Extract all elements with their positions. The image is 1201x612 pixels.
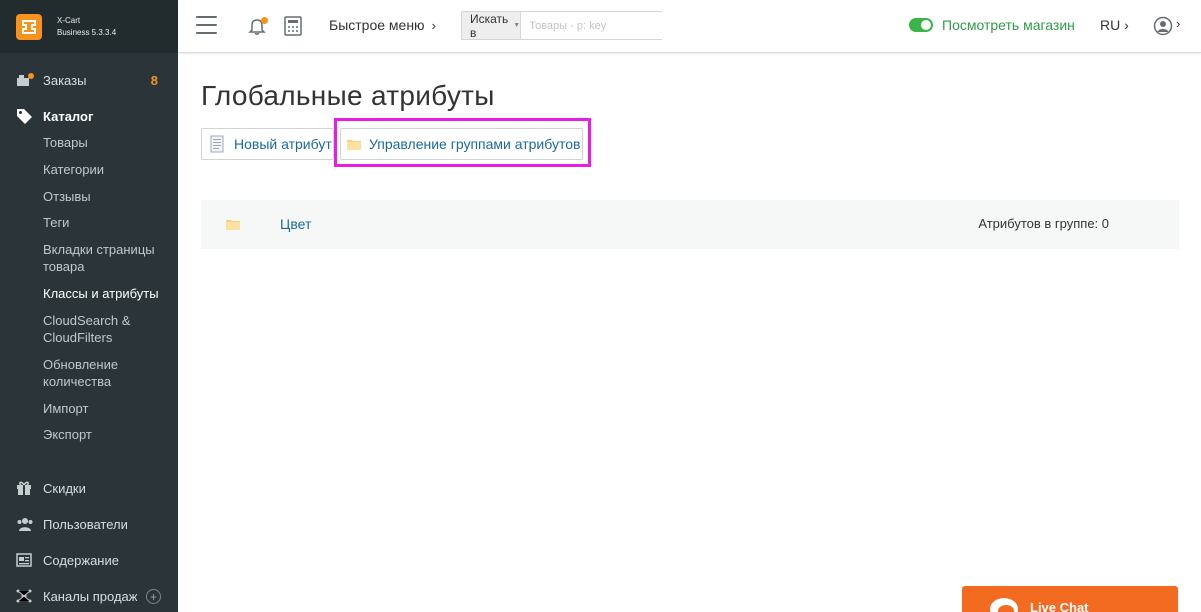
sidebar-subitem-tags[interactable]: Теги bbox=[43, 214, 168, 231]
content-icon bbox=[16, 552, 36, 568]
sidebar-subitem-import[interactable]: Импорт bbox=[43, 400, 168, 417]
search-scope-select[interactable]: Искать в ▼ bbox=[462, 11, 522, 40]
sidebar-subitem-export[interactable]: Экспорт bbox=[43, 426, 168, 443]
sidebar: X-Cart Business 5.3.3.4 Заказы 8 Каталог… bbox=[0, 0, 178, 612]
chat-bubble-icon bbox=[990, 598, 1018, 612]
language-label: RU bbox=[1100, 17, 1121, 33]
users-icon bbox=[16, 516, 36, 532]
sidebar-subitem-reviews[interactable]: Отзывы bbox=[43, 188, 168, 205]
sidebar-subitem-cloudsearch[interactable]: CloudSearch & CloudFilters bbox=[43, 312, 168, 346]
sidebar-subitem-update-quantity[interactable]: Обновление количества bbox=[43, 356, 168, 390]
document-icon bbox=[210, 135, 224, 153]
hamburger-menu-icon[interactable] bbox=[196, 16, 217, 34]
manage-attribute-groups-label: Управление группами атрибутов bbox=[369, 136, 581, 152]
notification-dot bbox=[261, 17, 268, 24]
sidebar-subitem-products[interactable]: Товары bbox=[43, 134, 168, 151]
sidebar-subitem-categories[interactable]: Категории bbox=[43, 161, 168, 178]
sidebar-item-label: Содержание bbox=[43, 552, 119, 568]
sidebar-item-catalog[interactable]: Каталог bbox=[0, 103, 178, 129]
sidebar-item-label: Скидки bbox=[43, 480, 86, 496]
new-attribute-button[interactable]: Новый атрибут bbox=[201, 128, 334, 160]
view-store-link[interactable]: Посмотреть магазин bbox=[909, 17, 1075, 33]
language-selector[interactable]: RU › bbox=[1100, 17, 1129, 33]
chevron-right-icon: › bbox=[1124, 17, 1129, 33]
sidebar-item-label: Заказы bbox=[43, 72, 87, 88]
brand-edition: Business 5.3.3.4 bbox=[57, 27, 117, 37]
brand-text: X-Cart Business 5.3.3.4 bbox=[57, 15, 116, 39]
sidebar-item-users[interactable]: Пользователи bbox=[0, 511, 178, 537]
network-icon bbox=[16, 588, 36, 604]
quick-menu-button[interactable]: Быстрое меню › bbox=[329, 17, 436, 33]
sidebar-subitem-classes-attributes[interactable]: Классы и атрибуты bbox=[43, 285, 168, 302]
sidebar-item-label: Пользователи bbox=[43, 516, 128, 532]
quick-menu-label: Быстрое меню bbox=[329, 17, 425, 33]
view-store-label: Посмотреть магазин bbox=[942, 17, 1075, 33]
sidebar-item-label: Каталог bbox=[43, 108, 94, 124]
sidebar-item-discounts[interactable]: Скидки bbox=[0, 475, 178, 501]
new-attribute-label: Новый атрибут bbox=[234, 136, 332, 152]
user-avatar-icon[interactable] bbox=[1153, 16, 1173, 36]
chevron-right-icon[interactable]: › bbox=[1176, 16, 1180, 31]
caret-down-icon: ▼ bbox=[513, 22, 521, 29]
brand[interactable]: X-Cart Business 5.3.3.4 bbox=[0, 0, 178, 53]
calculator-icon[interactable] bbox=[284, 16, 302, 36]
sidebar-item-content[interactable]: Содержание bbox=[0, 547, 178, 573]
sidebar-item-label: Каналы продаж bbox=[43, 588, 138, 604]
attribute-group-count: Атрибутов в группе: 0 bbox=[978, 216, 1109, 231]
sidebar-item-orders[interactable]: Заказы 8 bbox=[0, 67, 178, 93]
add-sales-channel-button[interactable]: + bbox=[146, 589, 161, 604]
search-input[interactable] bbox=[521, 12, 672, 39]
live-chat-label: Live Chat bbox=[1030, 600, 1089, 612]
manage-attribute-groups-button[interactable]: Управление группами атрибутов bbox=[340, 128, 583, 160]
live-chat-button[interactable]: Live Chat bbox=[962, 586, 1178, 612]
chevron-right-icon: › bbox=[431, 17, 436, 33]
top-bar: Быстрое меню › Искать в ▼ Посмотреть маг… bbox=[178, 0, 1201, 53]
tags-icon bbox=[16, 108, 36, 124]
brand-name: X-Cart bbox=[57, 15, 81, 25]
page-title: Глобальные атрибуты bbox=[201, 80, 495, 111]
store-toggle-icon[interactable] bbox=[909, 18, 933, 32]
folder-icon bbox=[226, 220, 240, 230]
gift-icon bbox=[16, 480, 36, 496]
orders-count-badge: 8 bbox=[150, 72, 158, 88]
folder-icon bbox=[347, 139, 361, 150]
search-box: Искать в ▼ bbox=[461, 11, 672, 40]
search-scope-label: Искать в bbox=[470, 11, 509, 40]
sidebar-subitem-product-tabs[interactable]: Вкладки страницы товара bbox=[43, 241, 168, 275]
attribute-group-row: Цвет Атрибутов в группе: 0 bbox=[201, 200, 1179, 249]
orders-icon bbox=[16, 72, 36, 88]
xcart-logo-icon bbox=[16, 13, 42, 40]
attribute-group-name-link[interactable]: Цвет bbox=[280, 216, 311, 232]
